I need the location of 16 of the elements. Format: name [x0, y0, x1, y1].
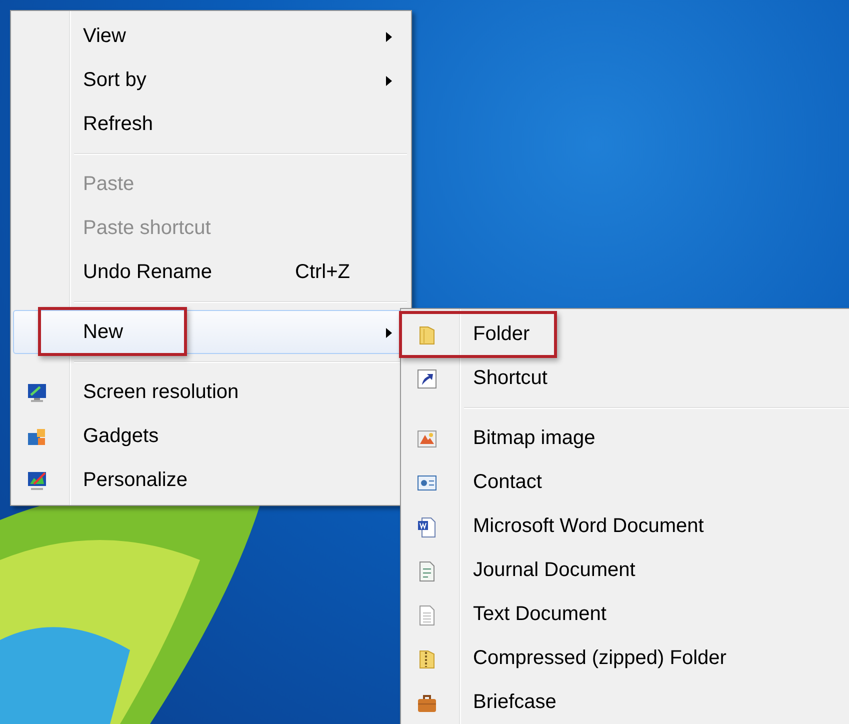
gadget-icon — [26, 426, 48, 448]
menu-item[interactable]: Briefcase — [403, 680, 849, 724]
menu-item[interactable]: Compressed (zipped) Folder — [403, 636, 849, 680]
document-icon — [416, 516, 438, 538]
menu-item[interactable]: Refresh — [13, 102, 409, 146]
menu-item[interactable]: Sort by — [13, 58, 409, 102]
menu-item[interactable]: Undo Rename Ctrl+Z — [13, 250, 409, 294]
shortcut-text: Ctrl+Z — [295, 260, 350, 284]
briefcase-icon — [416, 692, 438, 714]
monitor-icon — [26, 382, 48, 404]
menu-item[interactable]: Microsoft Word Document — [403, 504, 849, 548]
menu-item[interactable]: Text Document — [403, 592, 849, 636]
picture-icon — [416, 428, 438, 450]
monitor-brush-icon — [26, 470, 48, 492]
menu-item[interactable]: Journal Document — [403, 548, 849, 592]
menu-item[interactable]: View — [13, 14, 409, 58]
